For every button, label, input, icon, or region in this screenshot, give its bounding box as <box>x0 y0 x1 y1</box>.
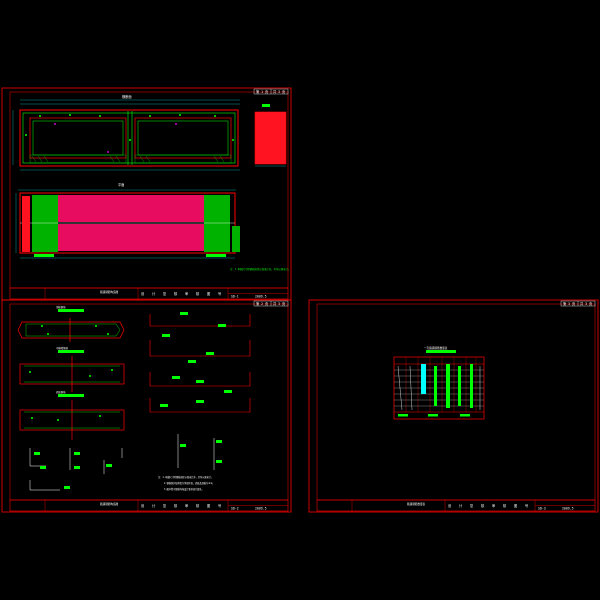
page-tag-total: 共 3 页 <box>273 301 285 306</box>
title-cell: 设 <box>141 503 145 508</box>
title-cell: 核 <box>174 503 178 508</box>
page-tag-total: 共 3 页 <box>273 89 285 94</box>
sheet-3-drawing-no: SD-3 <box>538 507 546 511</box>
detail-title: 中隔墙钢筋 <box>56 346 69 350</box>
rebar-bending-schedule <box>149 312 251 470</box>
title-cell: 复 <box>470 503 474 508</box>
sheet-2-title-block: 箱涵钢筋构造图 设 计 复 核 审 核 图 号 SD-2 2009.5 <box>9 499 289 512</box>
title-cell: 设 <box>448 503 452 508</box>
title-cell: 计 <box>152 291 156 296</box>
title-cell: 计 <box>152 503 156 508</box>
sheet-1-title-block: 箱涵钢筋构造图 设 计 复 核 审 核 图 号 SD-1 2009.5 <box>9 287 289 300</box>
cad-drawing-canvas: 第 1 页 共 3 页 横断面 平面 注：1.本图尺寸除钢筋直径以毫米计外，余均… <box>1 87 599 513</box>
title-cell: 号 <box>525 503 528 508</box>
sheet-2-frame <box>1 299 292 513</box>
plan-view-title: 平面 <box>118 183 124 187</box>
detail-title: 底板钢筋 <box>56 390 66 394</box>
sheet-2-date: 2009.5 <box>255 507 267 511</box>
title-cell: 图 <box>207 292 210 296</box>
sheet-1-note: 注：1.本图尺寸除钢筋直径以毫米计外，余均以厘米计。 <box>230 267 290 271</box>
title-cell: 核 <box>196 503 200 508</box>
detail-title: 顶板钢筋 <box>56 305 66 309</box>
slab-detail-top: 顶板钢筋 <box>17 305 125 342</box>
title-cell: 核 <box>196 291 200 296</box>
sheet-2-notes: 注：1.本图尺寸除钢筋直径以毫米计外，余均以厘米计。 2.钢筋保护层厚度为净保护… <box>158 475 214 491</box>
sheet-2-project-title: 箱涵钢筋构造图 <box>100 502 119 506</box>
page-tag: 第 3 页 共 3 页 <box>560 300 596 307</box>
title-cell: 图 <box>514 504 517 508</box>
plan-view: 平面 <box>15 183 240 259</box>
slab-detail-bottom: 底板钢筋 <box>19 390 125 440</box>
note-line: 2.钢筋保护层厚度为净保护层，底板及顶板为4cm。 <box>164 481 214 485</box>
title-cell: 核 <box>174 291 178 296</box>
page-tag-current: 第 1 页 <box>256 89 268 94</box>
note-line: 注：1.本图尺寸除钢筋直径以毫米计外，余均以厘米计。 <box>158 475 213 479</box>
title-cell: 审 <box>492 503 495 508</box>
sheet-2: 第 2 页 共 3 页 顶板钢筋 中隔墙钢筋 底板钢筋 注：1.本图尺寸除钢筋直… <box>1 299 292 513</box>
page-tag-total: 共 3 页 <box>580 301 592 306</box>
sheet-3-title-block: 箱涵钢筋数量表 设 计 复 核 审 核 图 号 SD-3 2009.5 <box>316 499 596 512</box>
slab-detail-middle: 中隔墙钢筋 <box>19 346 125 392</box>
sheet-3-date: 2009.5 <box>562 507 574 511</box>
title-cell: 审 <box>185 503 188 508</box>
title-cell: 号 <box>218 503 221 508</box>
sheet-1-drawing-no: SD-1 <box>231 295 239 299</box>
sheet-3-project-title: 箱涵钢筋数量表 <box>407 502 426 506</box>
title-cell: 复 <box>163 291 167 296</box>
title-cell: 设 <box>141 291 145 296</box>
table-title: 一孔箱涵钢筋数量表 <box>424 346 448 350</box>
title-cell: 核 <box>503 503 507 508</box>
title-cell: 审 <box>185 291 188 296</box>
sheet-2-drawing-no: SD-2 <box>231 507 239 511</box>
title-cell: 核 <box>481 503 485 508</box>
title-cell: 计 <box>459 503 463 508</box>
title-cell: 号 <box>218 291 221 296</box>
sheet-3: 第 3 页 共 3 页 一孔箱涵钢筋数量表 箱涵钢筋数量表 设 计 复 核 审 … <box>308 299 599 513</box>
sheet-1: 第 1 页 共 3 页 横断面 平面 注：1.本图尺寸除钢筋直径以毫米计外，余均… <box>1 87 292 301</box>
page-tag: 第 1 页 共 3 页 <box>253 88 289 95</box>
cross-section-view: 横断面 <box>12 94 240 171</box>
rebar-quantity-table: 一孔箱涵钢筋数量表 <box>393 346 485 420</box>
sheet-1-date: 2009.5 <box>255 295 267 299</box>
sheet-1-project-title: 箱涵钢筋构造图 <box>100 290 119 294</box>
page-tag-current: 第 2 页 <box>256 301 268 306</box>
page-tag-current: 第 3 页 <box>563 301 575 306</box>
page-tag: 第 2 页 共 3 页 <box>253 300 289 307</box>
side-detail <box>254 104 287 167</box>
title-cell: 图 <box>207 504 210 508</box>
title-cell: 复 <box>163 503 167 508</box>
cross-section-title: 横断面 <box>122 94 132 99</box>
note-line: 3.图中所示钢筋均按设计要求进行绑扎。 <box>164 487 204 491</box>
